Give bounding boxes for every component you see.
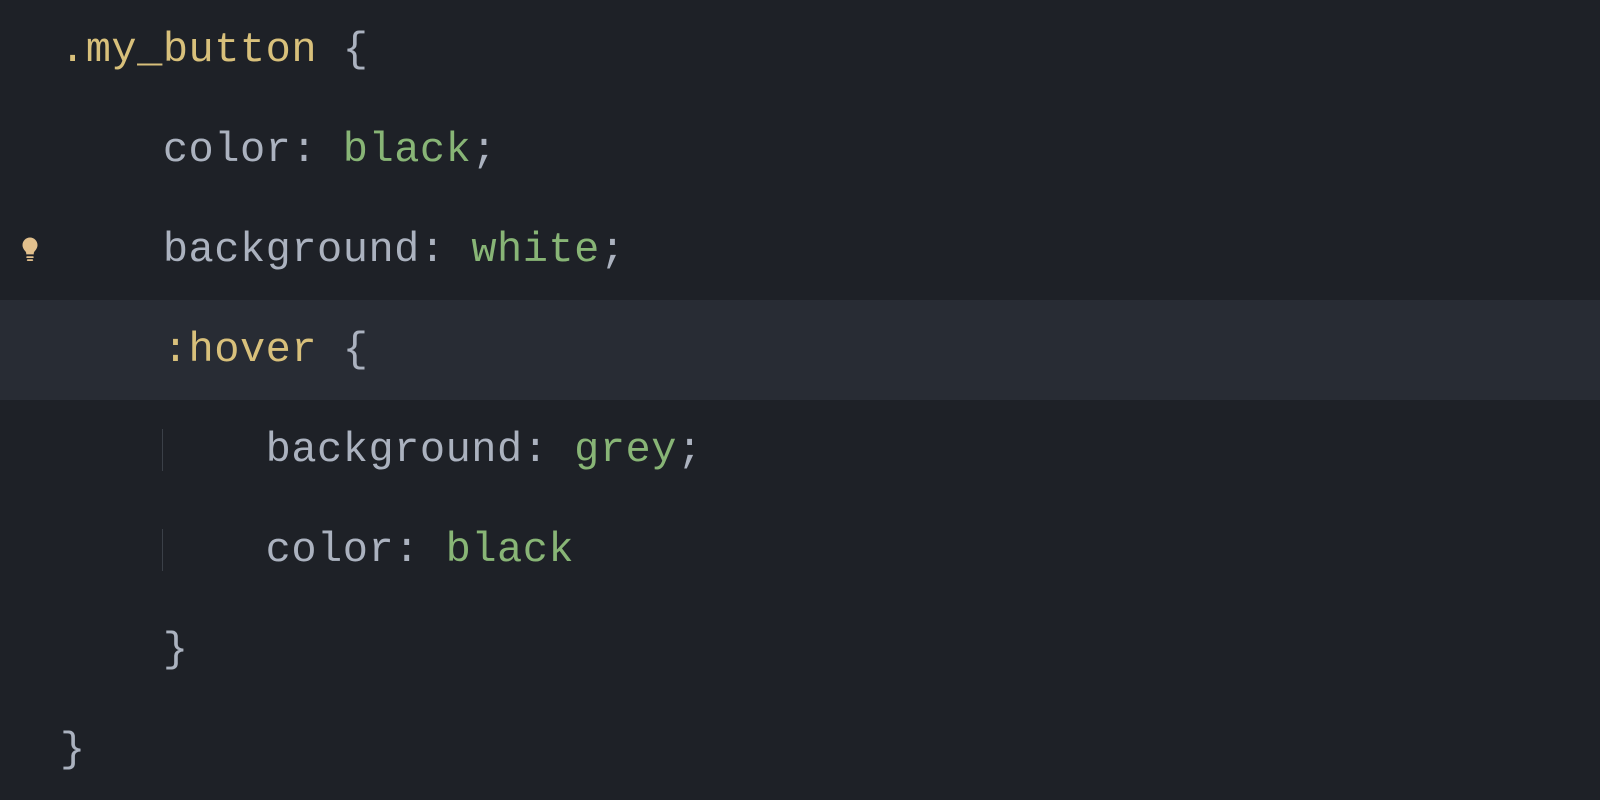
indent xyxy=(60,326,163,374)
code-content: background: grey; xyxy=(60,429,703,471)
token-punct: : xyxy=(523,426,549,474)
token-value: grey xyxy=(574,426,677,474)
indent xyxy=(60,226,163,274)
token-punct: { xyxy=(343,26,369,74)
code-content: .my_button { xyxy=(60,29,368,71)
code-content: } xyxy=(60,729,86,771)
token-punct: } xyxy=(163,626,189,674)
token-punct xyxy=(446,226,472,274)
token-prop: background xyxy=(266,426,523,474)
token-punct: : xyxy=(291,126,317,174)
code-line[interactable]: } xyxy=(0,600,1600,700)
code-content: :hover { xyxy=(60,329,369,371)
token-punct: : xyxy=(420,226,446,274)
code-line[interactable]: color: black; xyxy=(0,100,1600,200)
token-prop: color xyxy=(266,526,395,574)
code-line[interactable]: .my_button { xyxy=(0,0,1600,100)
lightbulb-icon[interactable] xyxy=(20,237,40,263)
token-prop: color xyxy=(163,126,292,174)
code-line[interactable]: :hover { xyxy=(0,300,1600,400)
code-line[interactable]: } xyxy=(0,700,1600,800)
token-prop: background xyxy=(163,226,420,274)
token-pseudo: :hover xyxy=(163,326,317,374)
token-punct: ; xyxy=(600,226,626,274)
token-value: white xyxy=(471,226,600,274)
indent xyxy=(60,126,163,174)
token-value: black xyxy=(446,526,575,574)
token-value: black xyxy=(343,126,472,174)
code-content: color: black xyxy=(60,529,574,571)
indent-guide xyxy=(162,529,163,571)
code-content: color: black; xyxy=(60,129,497,171)
code-editor[interactable]: .my_button { color: black; background: w… xyxy=(0,0,1600,800)
indent xyxy=(60,626,163,674)
token-punct xyxy=(420,526,446,574)
code-line[interactable]: color: black xyxy=(0,500,1600,600)
code-line[interactable]: background: grey; xyxy=(0,400,1600,500)
token-punct xyxy=(317,26,343,74)
code-line[interactable]: background: white; xyxy=(0,200,1600,300)
token-punct xyxy=(317,326,343,374)
token-selector: .my_button xyxy=(60,26,317,74)
code-content: } xyxy=(60,629,189,671)
token-punct: } xyxy=(60,726,86,774)
token-punct: ; xyxy=(677,426,703,474)
code-content: background: white; xyxy=(60,229,626,271)
token-punct: ; xyxy=(471,126,497,174)
token-punct: : xyxy=(394,526,420,574)
token-punct: { xyxy=(343,326,369,374)
editor-gutter xyxy=(0,237,60,263)
indent-guide xyxy=(162,429,163,471)
token-punct xyxy=(317,126,343,174)
token-punct xyxy=(548,426,574,474)
